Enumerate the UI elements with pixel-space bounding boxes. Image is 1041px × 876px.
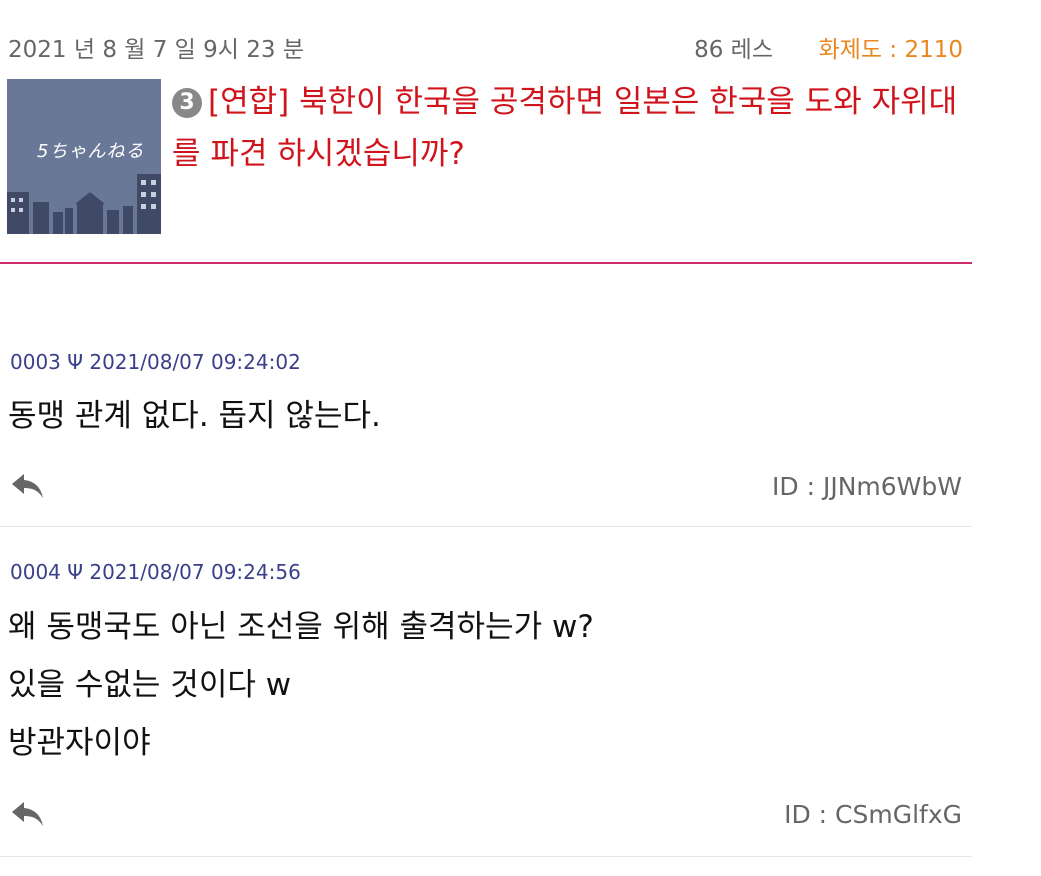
thread-date: 2021 년 8 월 7 일 9시 23 분 (8, 37, 304, 63)
city-skyline-icon (7, 174, 161, 234)
post-user-id: ID : CSmGlfxG (784, 800, 962, 829)
reply-arrow-icon[interactable] (10, 800, 46, 828)
header-divider (0, 262, 972, 264)
post-body-line: 방관자이야 (8, 725, 151, 761)
post-body-line: 동맹 관계 없다. 돕지 않는다. (8, 398, 381, 434)
reply-arrow-icon[interactable] (10, 472, 46, 500)
post-header: 0003 Ψ 2021/08/07 09:24:02 (10, 350, 301, 374)
thread-thumbnail[interactable]: 5ちゃんねる (7, 79, 161, 234)
rank-badge: 3 (172, 88, 202, 118)
post-divider (0, 856, 972, 857)
post-body-line: 있을 수없는 것이다 w (8, 667, 292, 703)
post-header: 0004 Ψ 2021/08/07 09:24:56 (10, 560, 301, 584)
thread-meta-bar: 2021 년 8 월 7 일 9시 23 분 86 레스 화제도 : 2110 (8, 26, 963, 66)
thread-title-block[interactable]: 3 [연합] 북한이 한국을 공격하면 일본은 한국을 도와 자위대를 파견 하시… (172, 76, 962, 180)
thread-page: 2021 년 8 월 7 일 9시 23 분 86 레스 화제도 : 2110 … (0, 0, 1041, 876)
thread-title[interactable]: 3 [연합] 북한이 한국을 공격하면 일본은 한국을 도와 자위대를 파견 하시… (172, 76, 962, 180)
response-count: 86 레스 (694, 37, 773, 63)
post-user-id: ID : JJNm6WbW (772, 472, 962, 501)
heat-score: 화제도 : 2110 (818, 37, 963, 63)
thumbnail-logo-text: 5ちゃんねる (37, 141, 145, 162)
thread-title-text: [연합] 북한이 한국을 공격하면 일본은 한국을 도와 자위대를 파견 하시겠… (172, 84, 958, 172)
post-divider (0, 526, 972, 527)
post-body-line: 왜 동맹국도 아닌 조선을 위해 출격하는가 w? (8, 609, 594, 645)
